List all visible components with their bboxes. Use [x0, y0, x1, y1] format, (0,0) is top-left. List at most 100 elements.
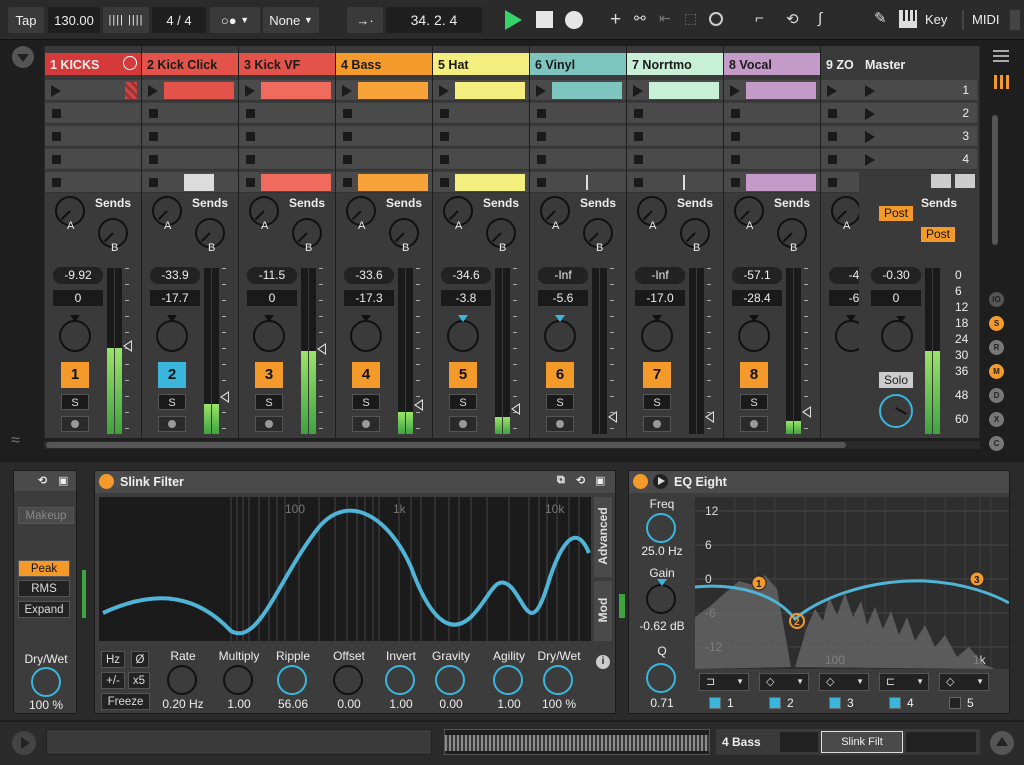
- clip-slot[interactable]: [530, 103, 626, 124]
- solo-button[interactable]: S: [61, 394, 89, 410]
- section-toggle-s[interactable]: S: [989, 316, 1004, 331]
- clip-slot[interactable]: [530, 126, 626, 147]
- clip-launch-icon[interactable]: [536, 85, 546, 97]
- post-a-button[interactable]: Post: [879, 206, 913, 221]
- clip-slot[interactable]: [724, 126, 820, 147]
- clip-stop-icon[interactable]: [343, 155, 352, 164]
- clip-stop-icon[interactable]: [634, 178, 643, 187]
- clip-launch-icon[interactable]: [730, 85, 740, 97]
- band-enable-toggle[interactable]: [829, 697, 841, 709]
- clip-slot[interactable]: [45, 80, 141, 101]
- clip-slot[interactable]: [142, 80, 238, 101]
- tab-mod[interactable]: Mod: [594, 581, 612, 641]
- volume-fader[interactable]: [220, 391, 229, 403]
- band-filter-type-menu[interactable]: ◇ ▼: [819, 673, 869, 691]
- clip-slot[interactable]: [821, 172, 860, 193]
- arm-button[interactable]: [449, 416, 477, 432]
- clip-slot[interactable]: [821, 149, 860, 170]
- clip-stop-icon[interactable]: [537, 155, 546, 164]
- param-knob[interactable]: [167, 665, 197, 695]
- clip-stop-icon[interactable]: [246, 132, 255, 141]
- band-filter-type-menu[interactable]: ◇ ▼: [759, 673, 809, 691]
- pencil-icon[interactable]: ✎: [874, 9, 887, 27]
- clip-slot[interactable]: [336, 126, 432, 147]
- master-pan-value[interactable]: 0: [871, 290, 921, 306]
- param-knob[interactable]: [435, 665, 465, 695]
- clip-slot[interactable]: [433, 172, 529, 193]
- clip-view-toggle[interactable]: [12, 731, 36, 755]
- q-knob[interactable]: [646, 663, 676, 693]
- track-volume-value[interactable]: -Inf: [538, 267, 588, 284]
- gain-knob[interactable]: [646, 579, 676, 614]
- arm-button[interactable]: [255, 416, 283, 432]
- clip[interactable]: [261, 174, 331, 191]
- clip-stop-icon[interactable]: [246, 178, 255, 187]
- section-toggle-c[interactable]: C: [989, 436, 1004, 451]
- clip-slot[interactable]: [45, 103, 141, 124]
- track-activator-button[interactable]: 4: [352, 362, 380, 388]
- punch-icon[interactable]: ∫: [818, 10, 822, 27]
- track-pan-value[interactable]: -3.8: [441, 290, 491, 306]
- clip-slot[interactable]: [239, 172, 335, 193]
- arrangement-position[interactable]: 34. 2. 4: [386, 7, 482, 33]
- save-preset-icon[interactable]: ▣: [595, 474, 605, 487]
- hot-swap-icon[interactable]: ⟲: [576, 474, 585, 487]
- clip-slot[interactable]: [239, 149, 335, 170]
- clip-slot[interactable]: [433, 149, 529, 170]
- track-activator-button[interactable]: 2: [158, 362, 186, 388]
- scene-launch[interactable]: 4: [859, 149, 977, 170]
- band-enable-toggle[interactable]: [889, 697, 901, 709]
- clip-stop-icon[interactable]: [52, 155, 61, 164]
- clip-stop-icon[interactable]: [537, 132, 546, 141]
- clip-slot[interactable]: [627, 149, 723, 170]
- track-activator-button[interactable]: 3: [255, 362, 283, 388]
- clip-slot[interactable]: [239, 126, 335, 147]
- clip-stop-icon[interactable]: [149, 109, 158, 118]
- piano-keys-icon[interactable]: [899, 10, 917, 28]
- device-chain-overview[interactable]: 4 Bass Slink Filt: [716, 729, 980, 755]
- clip-stop-icon[interactable]: [440, 155, 449, 164]
- solo-button[interactable]: S: [740, 394, 768, 410]
- clip-slot[interactable]: [336, 172, 432, 193]
- clip-stop-icon[interactable]: [343, 132, 352, 141]
- stop-all-clips-button[interactable]: [931, 174, 951, 188]
- track-pan-value[interactable]: -6: [829, 290, 860, 306]
- clip-stop-icon[interactable]: [52, 132, 61, 141]
- clip-slot[interactable]: [45, 126, 141, 147]
- clip-stop-icon[interactable]: [343, 109, 352, 118]
- band-filter-type-menu[interactable]: ◇ ▼: [939, 673, 989, 691]
- volume-fader[interactable]: [705, 411, 714, 423]
- device-power-icon[interactable]: [99, 474, 114, 489]
- clip[interactable]: [455, 82, 525, 99]
- macro-icon[interactable]: ⧉: [557, 474, 565, 487]
- clip-slot[interactable]: [142, 149, 238, 170]
- clip-stop-icon[interactable]: [828, 109, 837, 118]
- clip-slot[interactable]: [45, 172, 141, 193]
- clip-launch-icon[interactable]: [148, 85, 158, 97]
- param-knob[interactable]: [223, 665, 253, 695]
- track-volume-value[interactable]: -9.92: [53, 267, 103, 284]
- clip-stop-icon[interactable]: [246, 109, 255, 118]
- clip-stop-icon[interactable]: [149, 178, 158, 187]
- phase-button[interactable]: Ø: [131, 651, 149, 668]
- pan-knob[interactable]: [641, 315, 673, 352]
- follow-icon[interactable]: →·: [347, 7, 383, 33]
- midi-clip-icon[interactable]: [184, 174, 214, 191]
- menu-icon[interactable]: [991, 47, 1011, 65]
- clip-slot[interactable]: [142, 103, 238, 124]
- clip-slot[interactable]: [724, 80, 820, 101]
- clip-slot[interactable]: [627, 126, 723, 147]
- clip-slot[interactable]: [433, 80, 529, 101]
- record-icon[interactable]: [565, 11, 583, 29]
- freq-knob[interactable]: [646, 513, 676, 543]
- session-record-icon[interactable]: [709, 12, 723, 26]
- metronome-button[interactable]: ○● ▼: [210, 7, 260, 33]
- scene-play-icon[interactable]: [865, 85, 875, 97]
- volume-fader[interactable]: [802, 406, 811, 418]
- band-enable-toggle[interactable]: [949, 697, 961, 709]
- clip[interactable]: [358, 174, 428, 191]
- clip-stop-icon[interactable]: [731, 132, 740, 141]
- solo-button[interactable]: S: [158, 394, 186, 410]
- clip-slot[interactable]: [45, 149, 141, 170]
- clip[interactable]: [261, 82, 331, 99]
